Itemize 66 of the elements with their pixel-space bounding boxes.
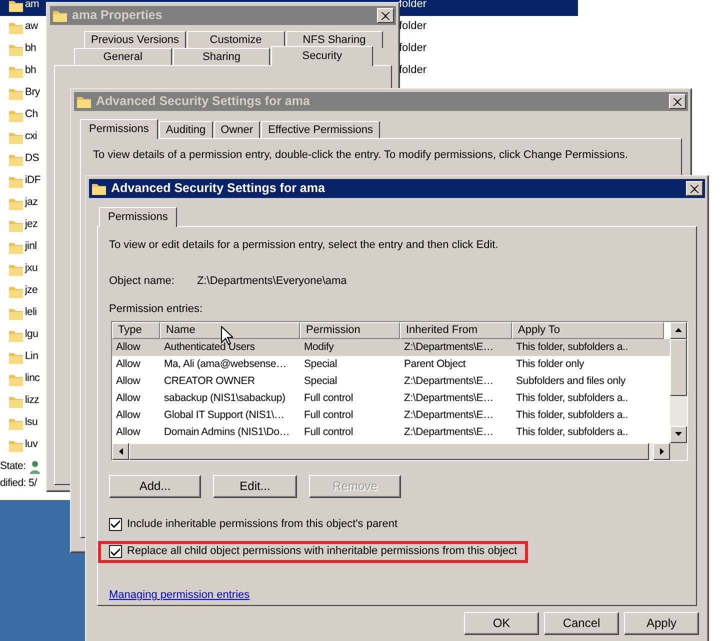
file-name: Lin [25,350,38,362]
file-name: lsu [25,416,38,428]
table-cell-text: Allow [115,374,142,388]
table-cell-text: Modify [303,340,335,354]
table-cell-text: Full control [303,392,354,405]
file-type: folder [399,42,427,56]
file-name: lgu [25,328,38,340]
checkbox-label: Include inheritable permissions from this object's parent [127,518,398,531]
table-cell-text: Special [303,374,338,388]
file-name: jinl [25,240,37,252]
table-cell-text: Domain Admins (NIS1\Do… [163,426,291,439]
file-name: leli [25,306,37,318]
table-cell-text: Allow [115,392,142,405]
file-name: bh [25,42,36,54]
file-name: linc [25,372,40,384]
table-cell-text: This folder, subfolders a.. [515,392,629,405]
field-label: Object name: [109,275,176,289]
file-type: folder [399,20,427,34]
table-cell-text: Ma, Ali (ama@websense… [163,358,288,371]
file-name: iDF [25,174,40,186]
detail-label: dified: 5/ [0,477,37,490]
file-name: lizz [25,394,39,406]
file-name: jez [25,218,38,230]
table-cell-text: sabackup (NIS1\sabackup) [163,392,286,405]
table-cell-text: Full control [303,408,354,422]
table-cell-text: Allow [115,340,142,354]
table-cell-text: Allow [115,426,142,439]
table-cell-text: Parent Object [403,358,467,371]
file-name: jxu [25,262,38,274]
window-title: Advanced Security Settings for ama [96,94,310,109]
table-cell-text: CREATOR OWNER [163,374,256,388]
table-cell-text: Z:\Departments\E… [403,374,494,388]
file-name: bh [25,64,36,76]
field-label: Permission entries: [109,302,204,316]
file-name: Ch [25,108,38,120]
file-name: luv [25,438,38,450]
table-cell-text: This folder, subfolders a.. [515,340,629,354]
file-name: am [25,0,39,10]
table-cell-text: Z:\Departments\E… [403,392,494,405]
table-cell-text: Z:\Departments\E… [403,340,494,354]
table-cell-text: Full control [303,426,354,439]
table-cell-text: This folder only [515,358,586,371]
checkbox-label: Replace all child object permissions with inheritable permissions from this object [127,544,518,558]
instruction-text: To view or edit details for a permission entry, select the entry and then click Edit. [109,239,500,252]
table-cell-text: Allow [115,408,142,422]
file-type: folder [399,64,427,78]
table-cell-text: Allow [115,358,142,371]
file-name: cxi [25,130,37,142]
object-path: Z:\Departments\Everyone\ama [197,275,347,289]
table-cell-text: Global IT Support (NIS1\… [163,408,286,422]
table-cell-text: Z:\Departments\E… [403,426,494,439]
table-cell-text: Authenticated Users [163,340,256,354]
detail-label: State: [0,460,26,473]
file-name: Bry [25,86,40,98]
table-cell-text: Special [303,358,338,371]
file-name: jaz [25,196,38,208]
instruction-text: To view details of a permission entry, double-click the entry. To modify permissions, click Change Permissions. [93,149,629,162]
file-name: aw [25,20,38,32]
file-name: DS [25,152,39,164]
table-cell-text: This folder, subfolders a.. [515,426,629,439]
table-cell-text: Subfolders and files only [515,374,626,388]
file-name: jze [25,284,38,296]
window-title: Advanced Security Settings for ama [111,181,325,196]
table-cell-text: Z:\Departments\E… [403,408,494,422]
window-title: ama Properties [72,8,162,23]
table-cell-text: This folder, subfolders a.. [515,408,629,422]
